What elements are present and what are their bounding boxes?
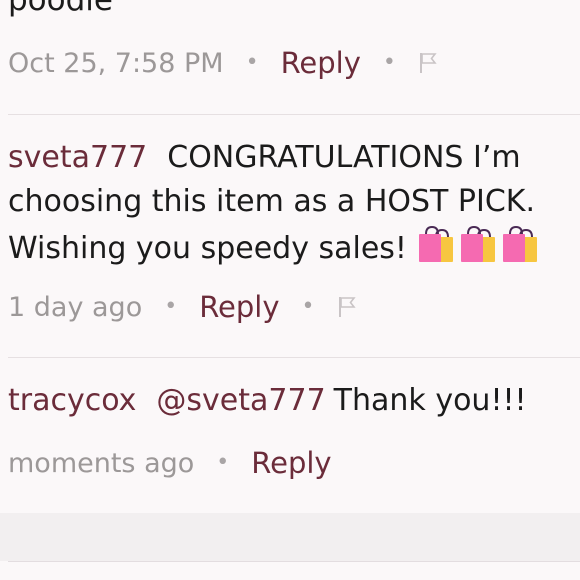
reply-button[interactable]: Reply (199, 290, 279, 324)
comment-username[interactable]: sveta777 (8, 140, 147, 175)
reply-button[interactable]: Reply (281, 46, 361, 80)
shopping-bags-icon (460, 225, 495, 262)
comment-body: sveta777 CONGRATULATIONS I’m choosing thi… (8, 136, 580, 271)
separator-dot: • (245, 49, 259, 75)
comment-username[interactable]: tracycox (8, 383, 136, 418)
emoji-group (417, 224, 539, 264)
comment-input-area[interactable] (0, 513, 580, 561)
bottom-divider (8, 561, 580, 562)
separator-dot: • (301, 293, 315, 319)
comment-divider (8, 114, 580, 115)
comment-meta: 1 day ago • Reply • (8, 287, 357, 327)
comment-timestamp: moments ago (8, 447, 195, 479)
reply-button[interactable]: Reply (251, 446, 331, 480)
comment-text: Thank you!!! (333, 383, 527, 418)
comment-mention[interactable]: @sveta777 (156, 383, 325, 418)
separator-dot: • (164, 293, 178, 319)
comment-divider (8, 357, 580, 358)
separator-dot: • (382, 49, 396, 75)
previous-comment-meta: Oct 25, 7:58 PM • Reply • (8, 43, 438, 83)
comment-timestamp: 1 day ago (8, 291, 143, 323)
comment-timestamp: Oct 25, 7:58 PM (8, 47, 224, 79)
previous-comment-text: poodle (8, 0, 113, 18)
shopping-bags-icon (418, 225, 453, 262)
flag-icon[interactable] (418, 51, 438, 75)
comment-meta: moments ago • Reply (8, 443, 332, 483)
flag-icon[interactable] (337, 295, 357, 319)
shopping-bags-icon (502, 225, 537, 262)
comment-body: tracycox @sveta777 Thank you!!! (8, 379, 580, 423)
separator-dot: • (216, 449, 230, 475)
